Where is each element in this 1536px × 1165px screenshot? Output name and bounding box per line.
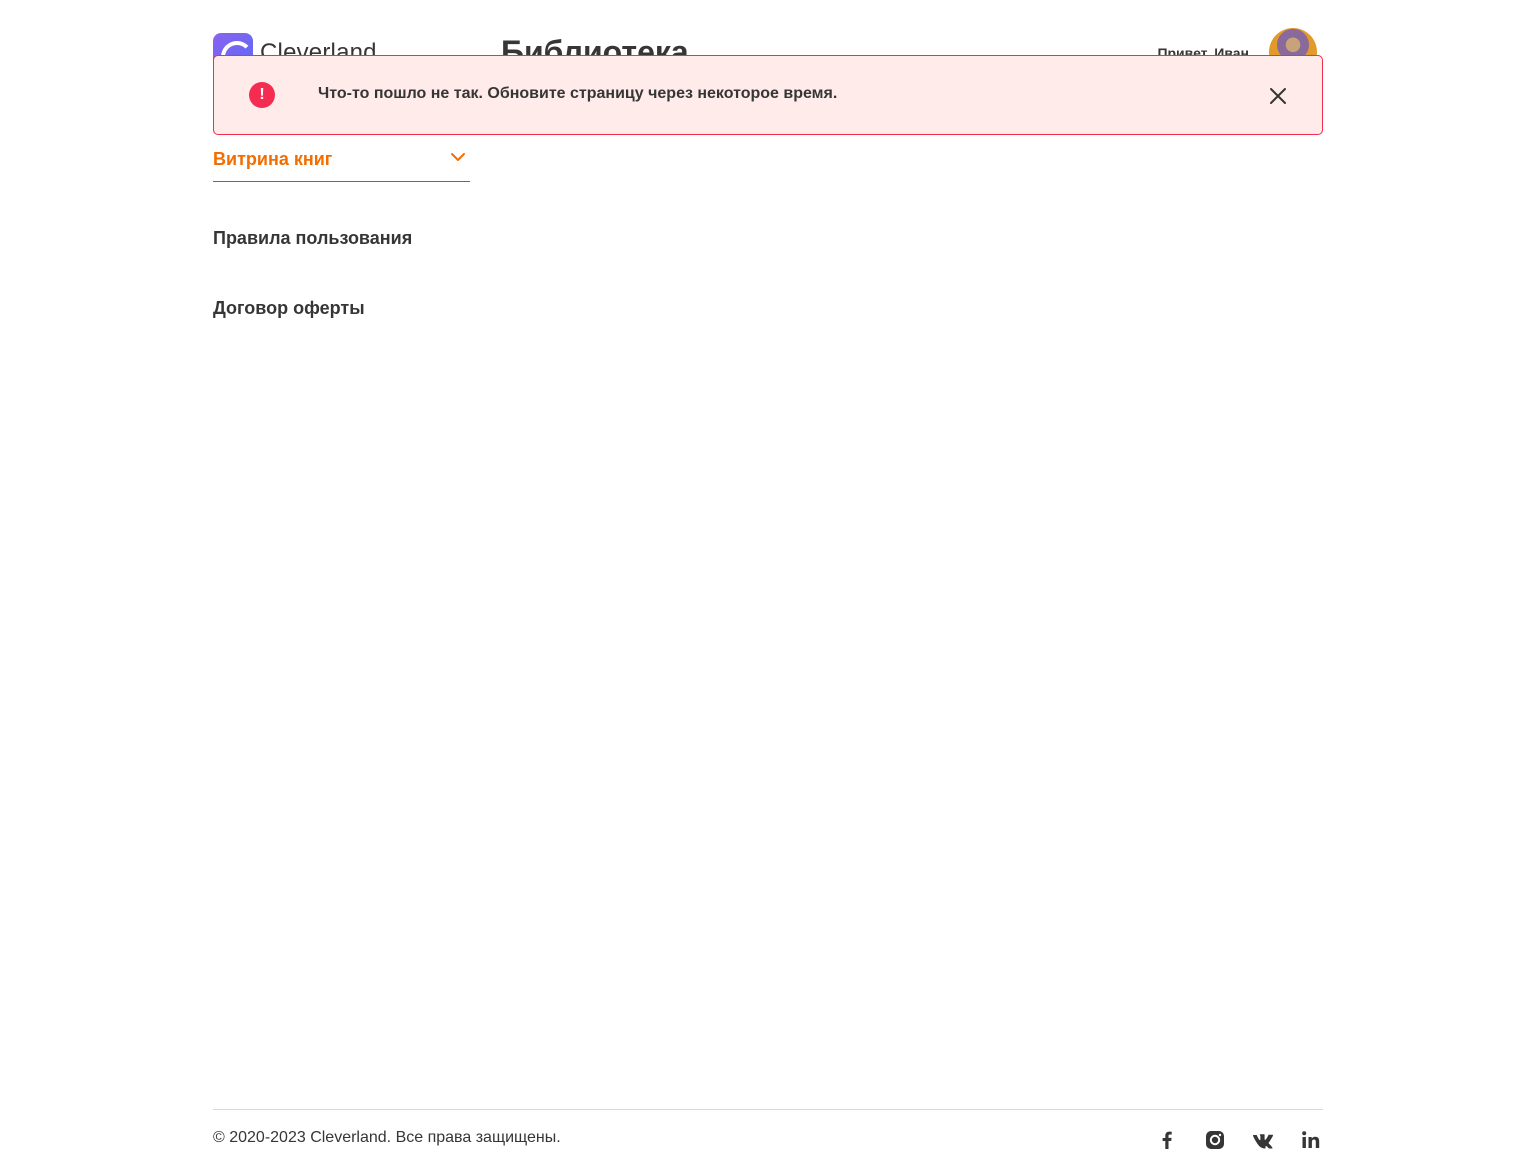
facebook-link[interactable] bbox=[1155, 1128, 1179, 1152]
copyright: © 2020-2023 Cleverland. Все права защище… bbox=[213, 1129, 561, 1146]
nav-link-offer[interactable]: Договор оферты bbox=[213, 298, 365, 319]
linkedin-link[interactable] bbox=[1299, 1128, 1323, 1152]
facebook-icon bbox=[1162, 1131, 1172, 1149]
nav-section-showcase[interactable]: Витрина книг bbox=[213, 145, 470, 182]
social-links bbox=[1155, 1128, 1323, 1152]
chevron-down-icon bbox=[451, 153, 465, 161]
close-button[interactable] bbox=[1268, 86, 1288, 106]
sidebar-nav: Витрина книг Правила пользования Договор… bbox=[213, 145, 470, 318]
footer-divider bbox=[213, 1109, 1323, 1110]
instagram-icon bbox=[1206, 1131, 1224, 1149]
vk-link[interactable] bbox=[1251, 1128, 1275, 1152]
instagram-link[interactable] bbox=[1203, 1128, 1227, 1152]
page: Cleverland Библиотека Привет, Иван ! Что… bbox=[0, 0, 1536, 1165]
close-icon bbox=[1270, 88, 1286, 104]
nav-section-label: Витрина книг bbox=[213, 149, 333, 169]
error-icon: ! bbox=[249, 82, 275, 108]
error-message: Что-то пошло не так. Обновите страницу ч… bbox=[318, 85, 838, 102]
vk-icon bbox=[1253, 1134, 1274, 1149]
linkedin-icon bbox=[1302, 1131, 1320, 1148]
nav-link-rules[interactable]: Правила пользования bbox=[213, 228, 412, 249]
error-toast: ! Что-то пошло не так. Обновите страницу… bbox=[213, 55, 1323, 135]
